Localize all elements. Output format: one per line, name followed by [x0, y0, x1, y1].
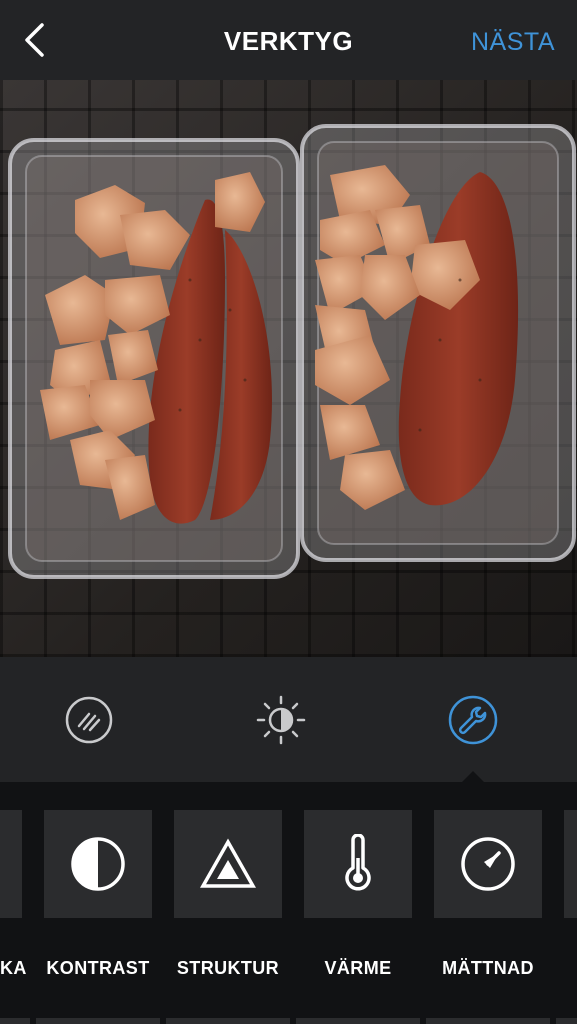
tools-strip[interactable]: KA KONTRAST STRUKTUR VÄRME MÄTTNAD: [0, 782, 577, 1024]
tool-next-partial[interactable]: [564, 810, 577, 918]
tool-contrast[interactable]: [44, 810, 152, 918]
tool-warmth-label: VÄRME: [324, 958, 392, 978]
tool-contrast-label: KONTRAST: [46, 958, 150, 978]
tool-warmth[interactable]: [304, 810, 412, 918]
divider: [166, 1018, 290, 1024]
structure-icon: [199, 838, 257, 888]
tool-saturation-label: MÄTTNAD: [442, 958, 534, 978]
filter-mode-button[interactable]: [62, 693, 116, 747]
top-bar: VERKTYG NÄSTA: [0, 0, 577, 80]
brightness-icon: [256, 695, 306, 745]
divider: [36, 1018, 160, 1024]
divider: [0, 1018, 30, 1024]
tool-saturation[interactable]: [434, 810, 542, 918]
tool-structure-label: STRUKTUR: [176, 958, 280, 978]
tool-structure[interactable]: [174, 810, 282, 918]
divider: [296, 1018, 420, 1024]
wrench-icon: [448, 695, 498, 745]
contrast-icon: [71, 837, 125, 891]
edit-mode-bar: [0, 657, 577, 782]
divider: [426, 1018, 550, 1024]
thermometer-icon: [345, 834, 371, 891]
photo-preview: [0, 80, 577, 657]
tools-mode-button[interactable]: [446, 693, 500, 747]
saturation-icon: [461, 837, 515, 891]
next-button[interactable]: NÄSTA: [471, 28, 555, 57]
tool-partial[interactable]: [0, 810, 22, 918]
food-photo: [8, 124, 576, 579]
filter-icon: [65, 696, 113, 744]
brightness-mode-button[interactable]: [254, 693, 308, 747]
active-mode-indicator: [462, 771, 484, 782]
divider: [556, 1018, 577, 1024]
